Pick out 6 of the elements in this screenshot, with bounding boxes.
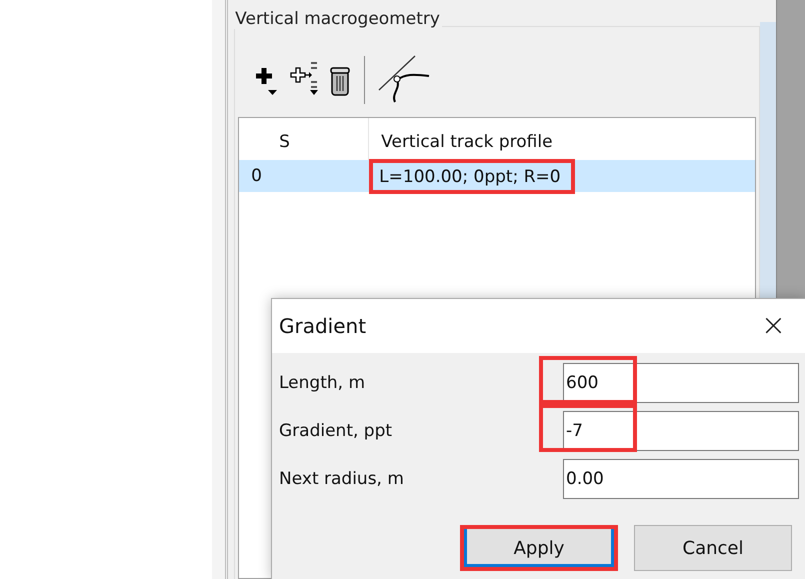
dialog-title: Gradient [279,314,366,338]
group-title: Vertical macrogeometry [233,9,442,29]
field-label: Length, m [279,373,366,393]
table-cell-text: 0 [250,166,263,186]
field-label: Next radius, m [279,469,405,489]
field-label: Gradient, ppt [279,421,394,441]
